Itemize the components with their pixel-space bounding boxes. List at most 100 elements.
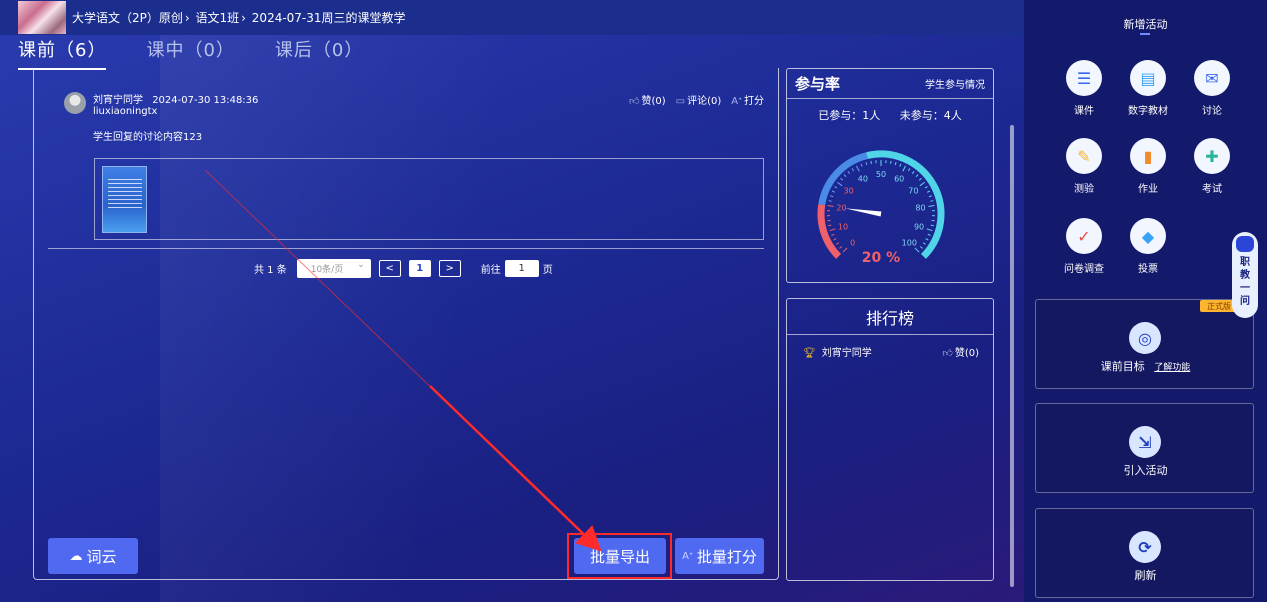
- tab-in-class[interactable]: 课中（0）: [146, 36, 234, 70]
- cloud-icon: ☁: [69, 548, 83, 564]
- score-icon: Aᐩ: [682, 550, 693, 562]
- activity-discussion[interactable]: ✉ 讨论: [1182, 60, 1242, 117]
- gauge-tick-label: 50: [876, 170, 886, 179]
- gauge-tick-label: 0: [850, 238, 855, 247]
- gauge-tick: [834, 186, 838, 189]
- ranking-row: 🏆︎ 刘宵宁同学 👍︎ 赞(0): [787, 335, 993, 359]
- breadcrumb: 大学语文（2P）原创 › 语文1班 › 2024-07-31周三的课堂教学: [72, 11, 406, 25]
- quiz-icon: ✎: [1066, 138, 1102, 174]
- ranking-likes: 👍︎ 赞(0): [942, 348, 979, 359]
- participation-stats: 已参与：1人 未参与：4人: [787, 107, 993, 123]
- discussion-panel: 刘宵宁同学 2024-07-30 13:48:36 liuxiaoningtx …: [33, 68, 779, 580]
- activity-vote[interactable]: ◆ 投票: [1118, 218, 1178, 275]
- breadcrumb-course[interactable]: 大学语文（2P）原创: [72, 11, 183, 25]
- joined-count: 已参与：1人: [818, 109, 881, 122]
- gauge-tick: [907, 168, 911, 172]
- gauge-tick: [899, 163, 902, 167]
- breadcrumb-class[interactable]: 语文1班: [196, 11, 240, 25]
- ranking-title: 排行榜: [787, 299, 993, 335]
- like-button[interactable]: 👍︎ 赞(0): [629, 92, 666, 107]
- gauge-needle: [845, 208, 882, 217]
- current-page[interactable]: 1: [408, 260, 431, 277]
- next-page-button[interactable]: >: [438, 260, 461, 277]
- activity-survey[interactable]: ✓ 问卷调查: [1054, 218, 1114, 275]
- comment-time: 2024-07-30 13:48:36: [152, 95, 259, 106]
- learn-feature-link[interactable]: 了解功能: [1154, 363, 1190, 373]
- divider: [48, 248, 764, 249]
- gauge-tick: [930, 200, 934, 202]
- pre-class-goal-card[interactable]: ◎ 课前目标 了解功能: [1035, 299, 1254, 389]
- gauge-tick: [890, 160, 892, 164]
- import-activity-label: 引入活动: [1123, 464, 1168, 477]
- gauge-tick: [911, 171, 915, 175]
- score-icon: Aᐩ: [731, 96, 742, 107]
- prev-page-button[interactable]: <: [378, 260, 401, 277]
- score-button[interactable]: Aᐩ 打分: [731, 92, 764, 107]
- digital-textbook-icon: ▤: [1130, 60, 1166, 96]
- gauge-tick: [928, 205, 935, 207]
- activity-digital-textbook[interactable]: ▤ 数字教材: [1118, 60, 1178, 117]
- activity-label: 问卷调查: [1064, 264, 1104, 275]
- refresh-card[interactable]: ⟳ 刷新: [1035, 508, 1254, 598]
- page-size-select[interactable]: 10条/页: [296, 259, 371, 278]
- gauge-tick: [847, 171, 851, 175]
- participation-title: 参与率: [795, 75, 841, 93]
- refresh-label: 刷新: [1134, 569, 1157, 582]
- gauge-tick: [930, 224, 934, 227]
- word-cloud-button[interactable]: ☁ 词云: [48, 538, 138, 574]
- discussion-icon: ✉: [1194, 60, 1230, 96]
- comment-actions: 👍︎ 赞(0) ▭ 评论(0) Aᐩ 打分: [629, 92, 764, 107]
- survey-icon: ✓: [1066, 218, 1102, 254]
- gauge-tick: [902, 165, 906, 172]
- goto-page-input[interactable]: 1: [504, 260, 539, 277]
- batch-score-button[interactable]: Aᐩ 批量打分: [675, 538, 764, 574]
- activity-label: 投票: [1138, 264, 1158, 275]
- tab-after-class[interactable]: 课后（0）: [275, 36, 363, 70]
- activity-label: 讨论: [1202, 106, 1222, 117]
- gauge-tick: [827, 205, 834, 207]
- goto-label: 前往: [480, 265, 501, 276]
- gauge-percent: 20 %: [862, 250, 900, 266]
- attachment-box: [94, 158, 764, 240]
- gauge-tick: [926, 190, 931, 193]
- activity-label: 课件: [1074, 106, 1094, 117]
- gauge-tick-label: 20: [836, 204, 846, 213]
- gauge-tick: [843, 174, 847, 178]
- gauge-tick: [927, 233, 931, 236]
- avatar: [64, 92, 86, 114]
- ai-assistant-button[interactable]: 职 教 一 问: [1232, 232, 1258, 318]
- comment-meta: 刘宵宁同学 2024-07-30 13:48:36: [93, 91, 258, 106]
- import-activity-card[interactable]: ⇲ 引入活动: [1035, 403, 1254, 493]
- gauge-tick: [837, 181, 843, 187]
- activity-courseware[interactable]: ☰ 课件: [1054, 60, 1114, 117]
- course-thumbnail[interactable]: [18, 1, 66, 34]
- ranking-panel: 排行榜 🏆︎ 刘宵宁同学 👍︎ 赞(0): [786, 298, 994, 581]
- tab-before-class[interactable]: 课前（6）: [18, 36, 107, 70]
- comment-button[interactable]: ▭ 评论(0): [676, 92, 722, 107]
- gauge-tick: [836, 242, 840, 245]
- gauge-tick: [831, 190, 836, 193]
- comment-author: 刘宵宁同学: [93, 95, 143, 106]
- activity-label: 考试: [1202, 184, 1222, 195]
- attachment-thumbnail[interactable]: [102, 166, 147, 233]
- gauge-tick-label: 90: [914, 222, 924, 231]
- comment-text: 学生回复的讨论内容123: [93, 132, 203, 143]
- activity-homework[interactable]: ▮ 作业: [1118, 138, 1178, 195]
- activity-quiz[interactable]: ✎ 测验: [1054, 138, 1114, 195]
- participation-details-link[interactable]: 学生参与情况: [925, 76, 985, 91]
- phase-tabs: 课前（6） 课中（0） 课后（0）: [18, 36, 403, 70]
- activity-label: 数字教材: [1128, 106, 1168, 117]
- gauge-tick: [870, 160, 872, 164]
- gauge-tick: [894, 162, 897, 166]
- pager-total: 共 1 条: [254, 265, 287, 276]
- activity-exam[interactable]: ✚ 考试: [1182, 138, 1242, 195]
- top-bar: 大学语文（2P）原创 › 语文1班 › 2024-07-31周三的课堂教学: [0, 0, 1024, 35]
- gauge-tick: [828, 224, 832, 227]
- gauge-tick: [925, 238, 929, 241]
- gauge-tick: [840, 177, 844, 181]
- scrollbar[interactable]: [1010, 125, 1014, 587]
- participation-gauge: 010 20 30 40 50 60 70 80 90 10020 %: [817, 150, 945, 266]
- add-activity-title[interactable]: 新增活动: [1024, 16, 1267, 32]
- activity-label: 作业: [1138, 184, 1158, 195]
- gauge-tick-label: 60: [894, 174, 904, 183]
